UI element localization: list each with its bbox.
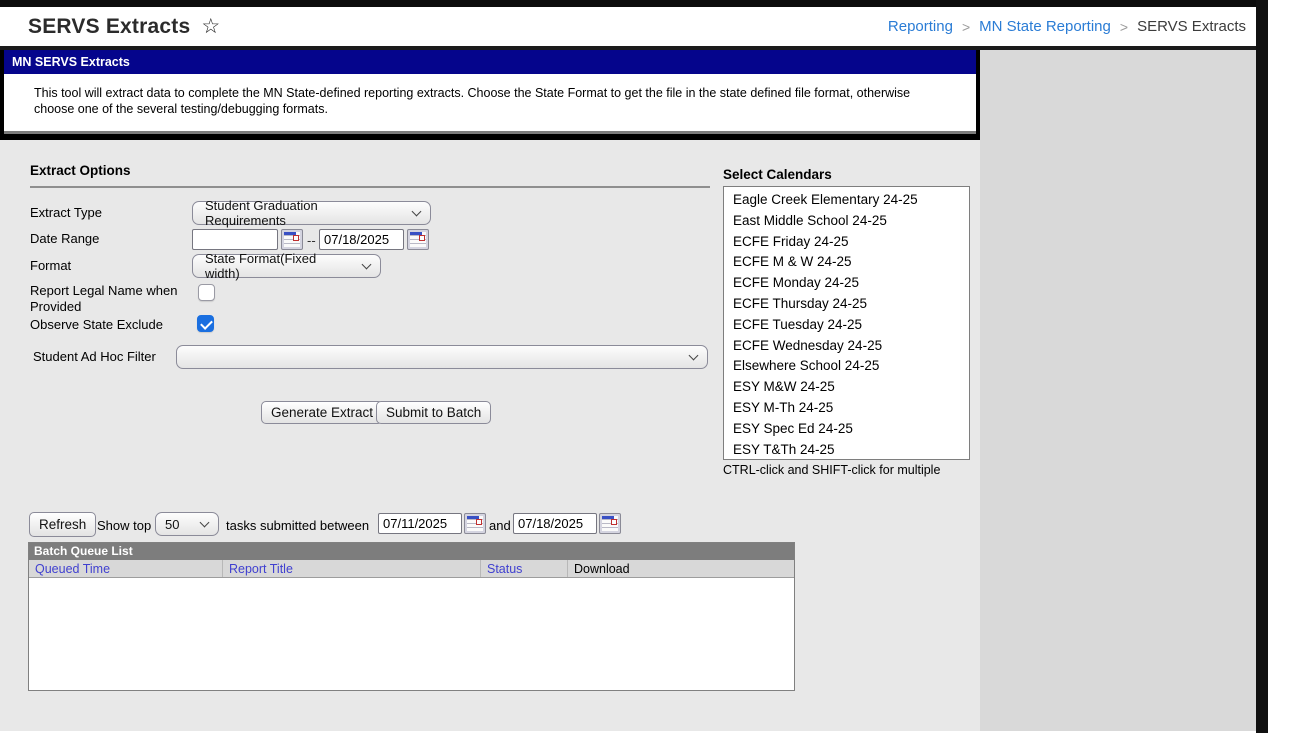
show-top-value: 50 [165,516,180,532]
tasks-start-date-input[interactable] [378,513,462,534]
extract-type-label: Extract Type [30,205,103,220]
extract-options-heading: Extract Options [30,163,131,178]
and-label: and [489,518,511,533]
breadcrumb-mn-state-reporting[interactable]: MN State Reporting [979,18,1111,35]
column-header-status[interactable]: Status [481,560,568,577]
calendar-today-icon [419,235,425,241]
calendar-option[interactable]: ESY M&W 24-25 [724,377,969,398]
batch-queue-title: Batch Queue List [29,543,794,560]
calendar-option[interactable]: ESY T&Th 24-25 [724,440,969,459]
format-label: Format [30,258,72,273]
calendar-today-icon [293,235,299,241]
calendar-option[interactable]: ESY M-Th 24-25 [724,398,969,419]
tasks-end-date-input[interactable] [513,513,597,534]
date-range-end-input[interactable] [319,229,404,250]
calendar-today-icon [476,519,482,525]
extract-type-value: Student Graduation Requirements [205,198,318,228]
date-range-label: Date Range [30,231,100,246]
observe-state-exclude-checkbox[interactable] [197,315,214,332]
calendar-option[interactable]: ECFE M & W 24-25 [724,252,969,273]
calendar-option[interactable]: ECFE Tuesday 24-25 [724,315,969,336]
breadcrumb-separator-icon: > [1119,18,1129,35]
servs-extracts-screen: SERVS Extracts ☆ Reporting > MN State Re… [0,0,1296,744]
calendar-option[interactable]: ECFE Wednesday 24-25 [724,336,969,357]
chevron-down-icon [411,206,422,216]
calendar-option[interactable]: Eagle Creek Elementary 24-25 [724,190,969,211]
extract-type-select[interactable]: Student Graduation Requirements [192,198,431,228]
batch-queue-header-row: Queued Time Report Title Status Download [29,560,794,578]
favorite-star-icon[interactable]: ☆ [201,16,220,37]
tool-title-bar: MN SERVS Extracts [4,50,976,74]
ad-hoc-filter-label: Student Ad Hoc Filter [33,349,156,364]
observe-state-exclude-label: Observe State Exclude [30,317,163,332]
column-header-download: Download [574,562,630,576]
tasks-between-label: tasks submitted between [226,518,370,533]
calendar-option[interactable]: ESY Spec Ed 24-25 [724,419,969,440]
calendar-picker-icon[interactable] [464,513,486,534]
chevron-down-icon [688,350,699,360]
chevron-down-icon [361,259,372,269]
breadcrumb-reporting[interactable]: Reporting [888,18,953,35]
tool-header-frame: MN SERVS Extracts This tool will extract… [0,50,980,140]
window-top-edge [0,0,1268,7]
window-right-edge [1256,0,1268,733]
show-top-select[interactable]: 50 [155,512,219,536]
format-select[interactable]: State Format(Fixed width) [192,251,381,281]
select-calendars-heading: Select Calendars [723,167,832,182]
date-range-separator: -- [307,233,316,248]
calendar-picker-icon[interactable] [407,229,429,250]
calendar-option[interactable]: East Middle School 24-25 [724,211,969,232]
generate-extract-button[interactable]: Generate Extract [261,401,384,424]
calendar-option[interactable]: ECFE Friday 24-25 [724,232,969,253]
right-side-panel [980,50,1256,731]
breadcrumb-current-page: SERVS Extracts [1137,18,1246,35]
calendar-picker-icon[interactable] [281,229,303,250]
date-range-start-input[interactable] [192,229,278,250]
batch-queue-table: Batch Queue List Queued Time Report Titl… [28,542,795,691]
titlebar: SERVS Extracts ☆ Reporting > MN State Re… [0,7,1256,46]
page-title-text: SERVS Extracts [28,14,191,38]
column-header-report-title[interactable]: Report Title [223,560,481,577]
chevron-down-icon [199,517,210,527]
format-value: State Format(Fixed width) [205,251,317,281]
tool-description-text: This tool will extract data to complete … [34,86,911,116]
page-title: SERVS Extracts ☆ [28,7,220,46]
calendar-picker-icon[interactable] [599,513,621,534]
ad-hoc-filter-select[interactable] [176,345,708,369]
submit-to-batch-button[interactable]: Submit to Batch [376,401,492,424]
report-legal-name-label: Report Legal Name when Provided [30,283,178,314]
calendars-listbox[interactable]: Eagle Creek Elementary 24-25 East Middle… [723,186,970,460]
tool-description-box: This tool will extract data to complete … [4,74,976,134]
show-top-label: Show top [97,518,152,533]
breadcrumb: Reporting > MN State Reporting > SERVS E… [888,7,1246,46]
calendar-option[interactable]: ECFE Monday 24-25 [724,273,969,294]
column-header-queued-time[interactable]: Queued Time [29,560,223,577]
calendar-option[interactable]: ECFE Thursday 24-25 [724,294,969,315]
calendar-today-icon [611,519,617,525]
calendar-option[interactable]: Elsewhere School 24-25 [724,356,969,377]
batch-queue-empty-body [29,578,794,690]
breadcrumb-separator-icon: > [961,18,971,35]
calendars-multiselect-hint: CTRL-click and SHIFT-click for multiple [723,463,941,477]
report-legal-name-checkbox[interactable] [198,284,215,301]
extract-options-rule [30,186,710,188]
refresh-button[interactable]: Refresh [29,512,97,537]
